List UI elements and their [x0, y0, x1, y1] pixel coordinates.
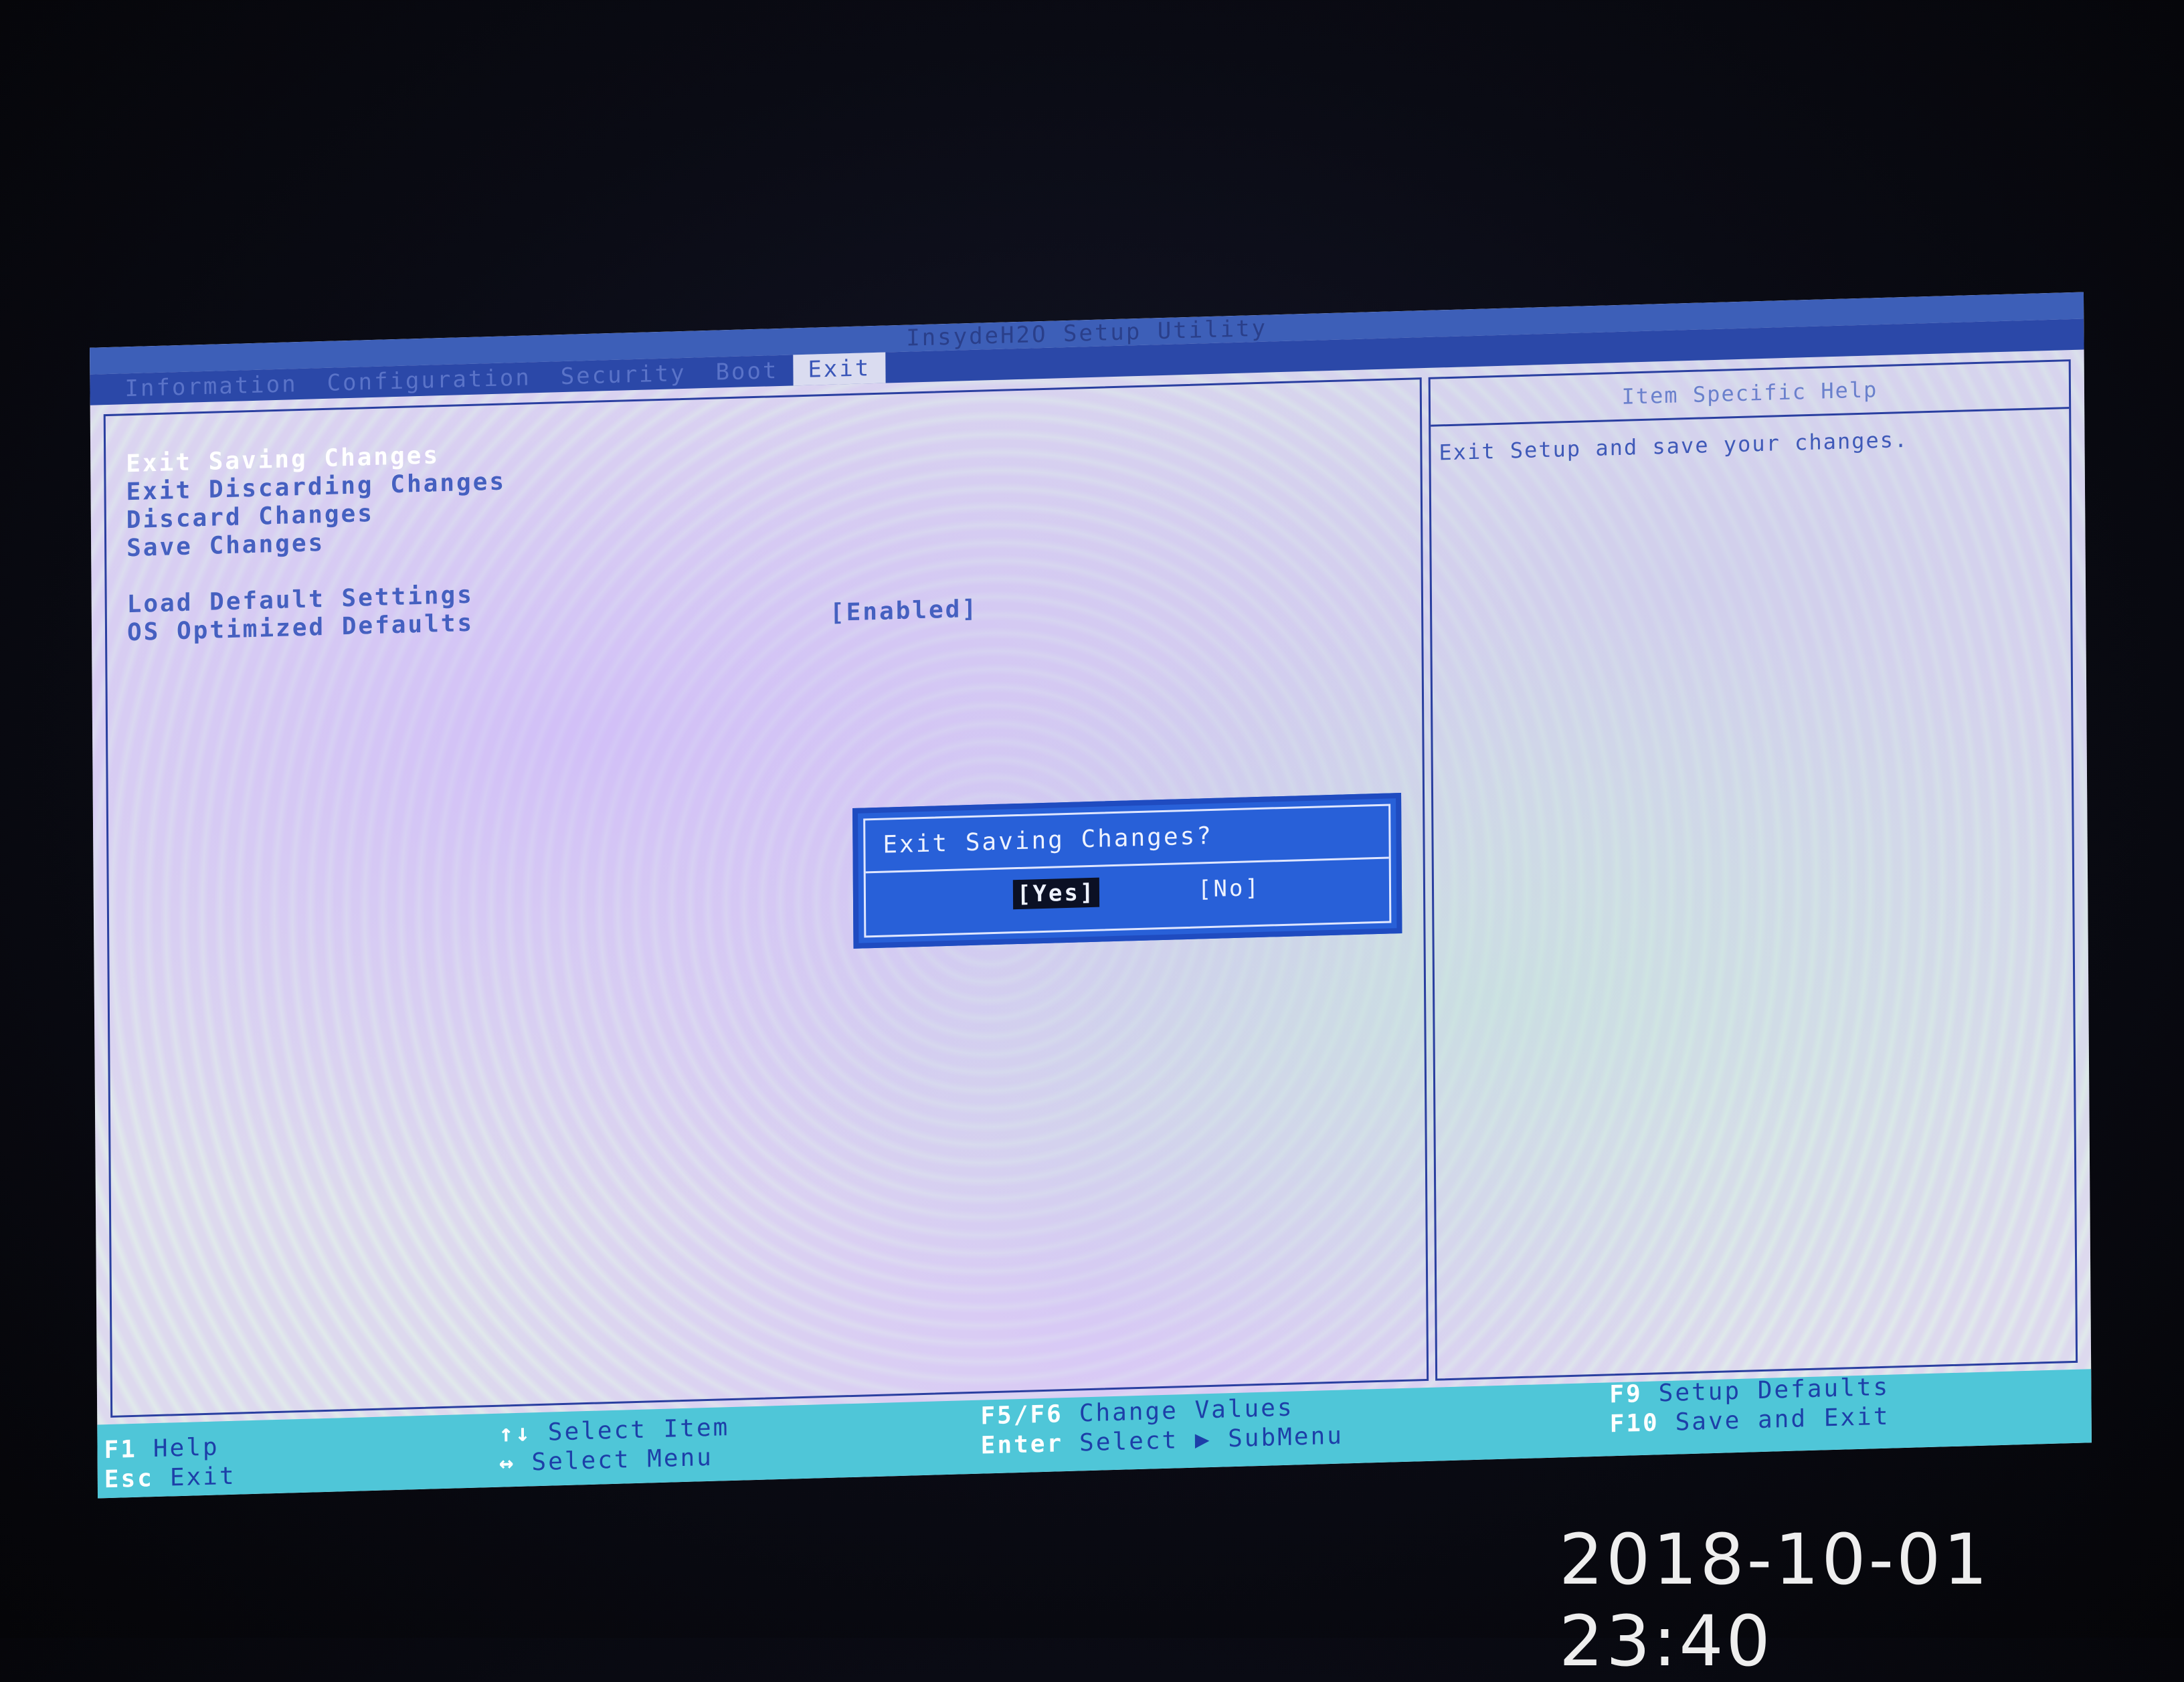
- no-button[interactable]: [No]: [1194, 873, 1265, 905]
- key-f10-desc: Save and Exit: [1675, 1402, 1890, 1436]
- photo-timestamp: 2018-10-01 23:40: [1559, 1519, 1991, 1682]
- bios-screen: InsydeH2O Setup Utility Information Conf…: [90, 292, 2092, 1499]
- key-leftright-desc: Select Menu: [531, 1443, 714, 1477]
- tab-exit[interactable]: Exit: [793, 352, 886, 386]
- key-f1-desc: Help: [153, 1433, 219, 1463]
- key-hint-f1: F1 Help: [104, 1433, 219, 1464]
- help-panel: Item Specific Help Exit Setup and save y…: [1428, 359, 2078, 1381]
- yes-button[interactable]: [Yes]: [1012, 877, 1100, 910]
- dialog-frame: Exit Saving Changes? [Yes] [No]: [863, 804, 1392, 938]
- key-f9-desc: Setup Defaults: [1658, 1373, 1890, 1408]
- key-hint-updown: ↑↓ Select Item: [498, 1414, 729, 1448]
- key-f1: F1: [104, 1435, 138, 1465]
- key-enter-desc: Select ▶ SubMenu: [1079, 1422, 1344, 1457]
- key-f5f6: F5/F6: [980, 1400, 1063, 1430]
- key-f10: F10: [1609, 1409, 1659, 1438]
- key-hint-esc: Esc Exit: [104, 1463, 236, 1493]
- menu-item-save-changes[interactable]: Save Changes: [126, 529, 325, 562]
- key-updown: ↑↓: [498, 1419, 532, 1448]
- tab-configuration[interactable]: Configuration: [312, 362, 545, 399]
- tab-security[interactable]: Security: [546, 357, 701, 392]
- key-enter: Enter: [980, 1430, 1064, 1460]
- tab-boot[interactable]: Boot: [701, 355, 793, 388]
- key-f9: F9: [1609, 1380, 1643, 1409]
- key-updown-desc: Select Item: [547, 1414, 730, 1446]
- key-leftright: ↔: [498, 1449, 516, 1477]
- key-f5f6-desc: Change Values: [1079, 1394, 1294, 1428]
- tab-information[interactable]: Information: [110, 368, 312, 404]
- key-hint-leftright: ↔ Select Menu: [499, 1444, 713, 1477]
- key-esc: Esc: [104, 1465, 155, 1494]
- confirm-dialog: Exit Saving Changes? [Yes] [No]: [852, 793, 1402, 949]
- os-optimized-defaults-value[interactable]: [Enabled]: [830, 595, 978, 627]
- key-esc-desc: Exit: [169, 1462, 236, 1492]
- key-hint-f10: F10 Save and Exit: [1610, 1403, 1890, 1438]
